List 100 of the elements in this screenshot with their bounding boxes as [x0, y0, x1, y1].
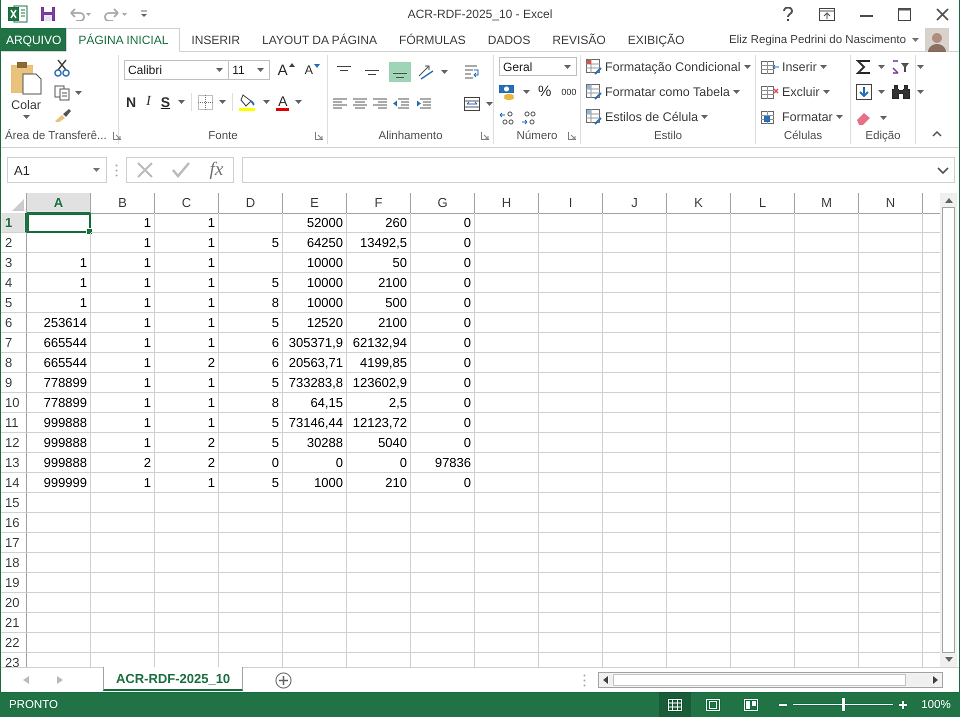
table-cell: 1	[91, 293, 155, 313]
ribbon-tab[interactable]: PÁGINA INICIAL	[66, 28, 180, 52]
row-header[interactable]: 6	[1, 313, 27, 333]
table-cell: 1	[155, 393, 219, 413]
table-cell: 52000	[283, 213, 347, 233]
table-cell: 12123,72	[347, 413, 411, 433]
table-cell: 2100	[347, 313, 411, 333]
number-format-dropdown[interactable]: Geral	[499, 57, 577, 76]
table-cell: 5	[219, 233, 283, 253]
row-header[interactable]: 15	[1, 493, 27, 513]
ribbon-tab[interactable]: INSERIR	[180, 28, 252, 51]
thousands-separator-button[interactable]: 000	[559, 86, 578, 97]
cells-menu-button[interactable]: Excluir	[761, 82, 845, 102]
row-header[interactable]: 17	[1, 533, 27, 553]
file-tab[interactable]: ARQUIVO	[1, 28, 66, 51]
style-menu-button[interactable]: Formatar como Tabela	[586, 82, 750, 102]
cells-menu-button[interactable]: Inserir	[761, 57, 845, 77]
cells-menu-button[interactable]: Formatar	[761, 107, 845, 127]
column-header[interactable]: K	[667, 193, 731, 214]
row-header[interactable]: 23	[1, 653, 27, 667]
table-cell: 1	[91, 373, 155, 393]
increase-font-button[interactable]: A	[276, 62, 297, 78]
group-label: Alinhamento	[378, 130, 442, 142]
column-header[interactable]: G	[411, 193, 475, 214]
row-header[interactable]: 3	[1, 253, 27, 273]
table-cell: 1	[91, 313, 155, 333]
column-header[interactable]: M	[795, 193, 859, 214]
column-header[interactable]: L	[731, 193, 795, 214]
percent-button[interactable]: %	[536, 83, 554, 100]
column-header[interactable]: J	[603, 193, 667, 214]
bold-button[interactable]: N	[124, 94, 138, 110]
row-header[interactable]: 1	[1, 213, 27, 233]
sheet-tab[interactable]: ACR-RDF-2025_10	[103, 667, 244, 691]
column-header[interactable]: N	[859, 193, 923, 214]
row-header[interactable]: 22	[1, 633, 27, 653]
table-cell: 5	[219, 433, 283, 453]
table-cell: 0	[411, 373, 475, 393]
row-header[interactable]: 2	[1, 233, 27, 253]
paste-button[interactable]: Colar	[6, 57, 46, 128]
ribbon-tab[interactable]: EXIBIÇÃO	[616, 28, 696, 51]
user-name[interactable]: Eliz Regina Pedrini do Nascimento	[728, 34, 906, 46]
decrease-font-button[interactable]: A	[302, 63, 322, 77]
row-header[interactable]: 4	[1, 273, 27, 293]
table-cell: 999888	[27, 453, 91, 473]
table-cell: 1	[155, 473, 219, 493]
table-cell: 5	[219, 273, 283, 293]
style-menu-button[interactable]: Estilos de Célula	[586, 107, 750, 127]
underline-button[interactable]: S	[158, 94, 172, 110]
column-header[interactable]: I	[539, 193, 603, 214]
table-cell: 1	[155, 373, 219, 393]
column-header[interactable]: F	[347, 193, 411, 214]
row-header[interactable]: 18	[1, 553, 27, 573]
table-cell: 253614	[27, 313, 91, 333]
font-name-dropdown[interactable]: Calibri	[124, 60, 230, 80]
table-cell: 0	[411, 213, 475, 233]
column-header[interactable]: D	[219, 193, 283, 214]
name-box[interactable]: A1	[7, 157, 107, 183]
column-header[interactable]: B	[91, 193, 155, 214]
row-header[interactable]: 13	[1, 453, 27, 473]
column-header[interactable]: A	[27, 193, 91, 214]
ribbon-tab[interactable]: LAYOUT DA PÁGINA	[251, 28, 388, 51]
row-header[interactable]: 14	[1, 473, 27, 493]
table-cell: 97836	[411, 453, 475, 473]
table-cell: 305371,9	[283, 333, 347, 353]
font-size-dropdown[interactable]: 11	[229, 60, 270, 80]
italic-button[interactable]: I	[144, 94, 153, 110]
group-label: Número	[516, 130, 558, 142]
font-color-button[interactable]: A	[276, 94, 290, 110]
table-cell: 1	[91, 413, 155, 433]
row-header[interactable]: 7	[1, 333, 27, 353]
row-header[interactable]: 11	[1, 413, 27, 433]
row-header[interactable]: 21	[1, 613, 27, 633]
row-header[interactable]: 16	[1, 513, 27, 533]
column-header[interactable]: E	[283, 193, 347, 214]
table-cell: 210	[347, 473, 411, 493]
ribbon-tab[interactable]: FÓRMULAS	[388, 28, 477, 51]
row-header[interactable]: 8	[1, 353, 27, 373]
row-header[interactable]: 5	[1, 293, 27, 313]
table-cell: 0	[411, 393, 475, 413]
table-cell: 0	[411, 353, 475, 373]
row-header[interactable]: 12	[1, 433, 27, 453]
table-cell: 1	[155, 313, 219, 333]
insert-function-button[interactable]: fx	[210, 159, 224, 181]
style-menu-button[interactable]: Formatação Condicional	[586, 57, 750, 77]
row-header[interactable]: 10	[1, 393, 27, 413]
column-header[interactable]: H	[475, 193, 539, 214]
ribbon-tab[interactable]: DADOS	[476, 28, 542, 51]
zoom-level[interactable]: 100%	[913, 698, 959, 710]
table-cell: 778899	[27, 373, 91, 393]
row-header[interactable]: 20	[1, 593, 27, 613]
group-label: Área de Transferê...	[5, 130, 107, 142]
row-header[interactable]: 19	[1, 573, 27, 593]
ribbon-tab[interactable]: REVISÃO	[541, 28, 617, 51]
column-header[interactable]: C	[155, 193, 219, 214]
table-cell: 6	[219, 333, 283, 353]
row-header[interactable]: 9	[1, 373, 27, 393]
table-cell: 1	[91, 233, 155, 253]
table-cell: 0	[347, 453, 411, 473]
table-cell: 64250	[283, 233, 347, 253]
table-cell: 30288	[283, 433, 347, 453]
